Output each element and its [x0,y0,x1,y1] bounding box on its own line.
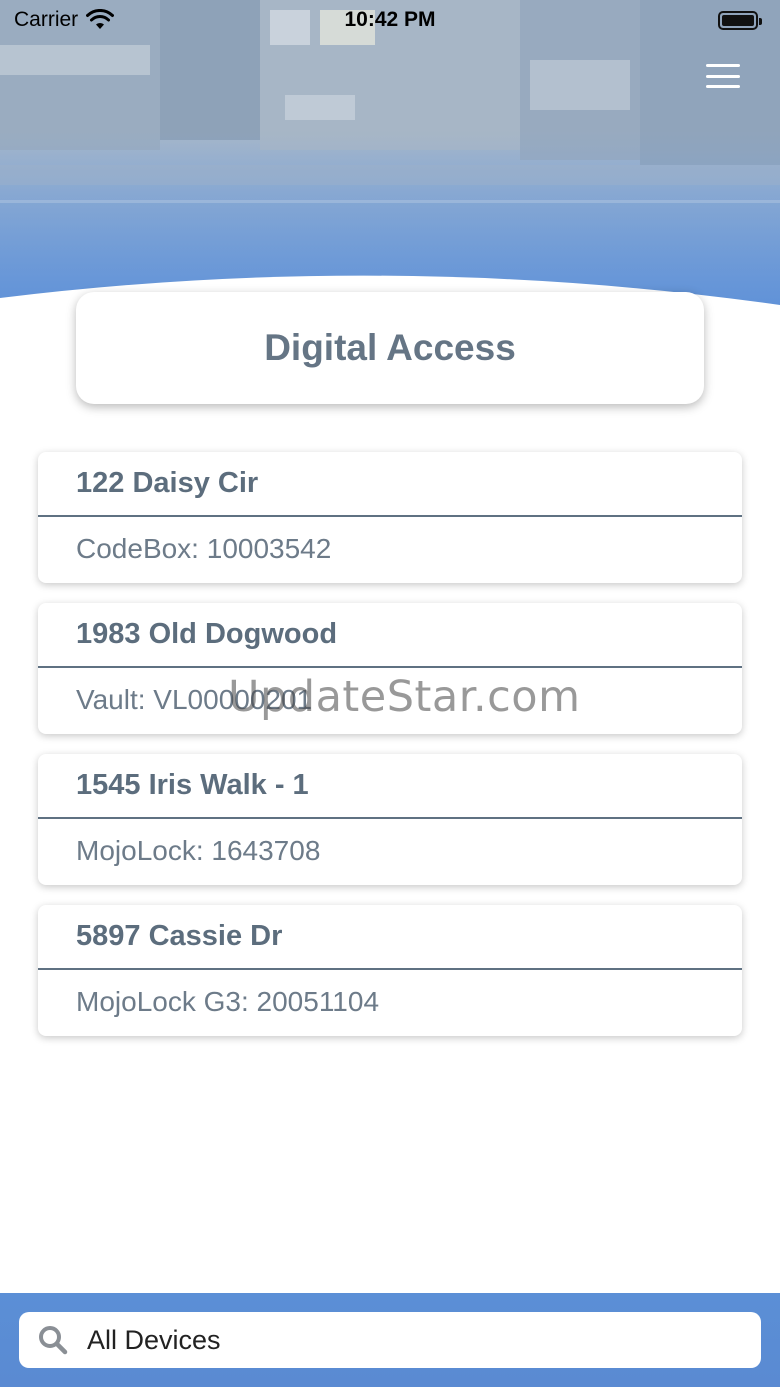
menu-line [706,74,740,78]
search-icon [39,1326,68,1355]
property-card[interactable]: 1545 Iris Walk - 1 MojoLock: 1643708 [38,754,742,885]
property-address: 1545 Iris Walk - 1 [38,754,742,819]
status-left: Carrier [14,8,115,32]
menu-line [706,64,740,67]
carrier-label: Carrier [14,8,79,31]
wifi-icon [86,9,115,29]
battery-level [722,14,754,26]
property-card[interactable]: 1983 Old Dogwood Vault: VL00000201 [38,603,742,734]
property-list: 122 Daisy Cir CodeBox: 10003542 1983 Old… [38,452,742,1056]
search-value: All Devices [87,1324,221,1355]
battery-icon [718,10,762,30]
header-banner [0,0,780,310]
page-title: Digital Access [76,292,704,404]
hamburger-menu-icon[interactable] [706,64,740,88]
menu-line [706,85,740,88]
property-address: 1983 Old Dogwood [38,603,742,668]
property-card[interactable]: 5897 Cassie Dr MojoLock G3: 20051104 [38,905,742,1036]
property-address: 5897 Cassie Dr [38,905,742,970]
property-card[interactable]: 122 Daisy Cir CodeBox: 10003542 [38,452,742,583]
bottom-search-bar: All Devices [0,1293,780,1387]
device-filter-search[interactable]: All Devices [19,1312,761,1368]
status-bar: Carrier 10:42 PM [0,0,780,40]
property-device: Vault: VL00000201 [76,684,313,715]
property-address: 122 Daisy Cir [38,452,742,517]
property-device: MojoLock G3: 20051104 [76,986,380,1017]
property-device: MojoLock: 1643708 [76,835,321,866]
status-time: 10:42 PM [344,8,436,31]
property-device: CodeBox: 10003542 [76,533,332,564]
header-background-image [0,0,780,310]
